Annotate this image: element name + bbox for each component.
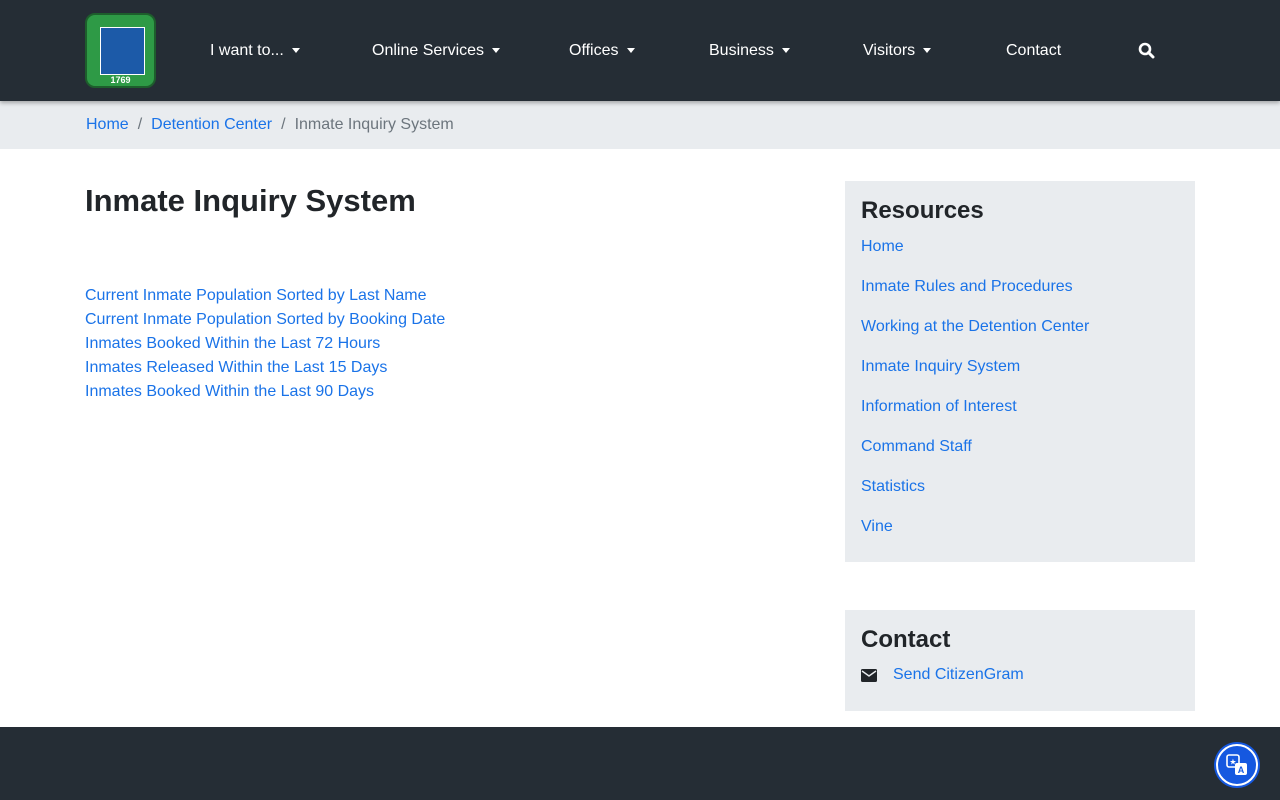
link-booked-72-hours[interactable]: Inmates Booked Within the Last 72 Hours [85,332,445,356]
breadcrumb-current: Inmate Inquiry System [294,116,454,133]
nav-i-want-to[interactable]: I want to... [210,0,300,101]
caret-down-icon [626,48,635,53]
caret-down-icon [492,48,501,53]
nav-label: Visitors [863,41,916,59]
county-seal-logo[interactable]: 1769 [85,13,156,88]
search-button[interactable] [1138,0,1155,101]
nav-label: Online Services [372,41,485,59]
link-released-15-days[interactable]: Inmates Released Within the Last 15 Days [85,356,445,380]
nav-label: Contact [1006,41,1062,59]
link-booked-90-days[interactable]: Inmates Booked Within the Last 90 Days [85,380,445,404]
send-citizengram-link[interactable]: Send CitizenGram [893,666,1024,684]
nav-visitors[interactable]: Visitors [863,0,932,101]
resource-vine[interactable]: Vine [861,507,1179,547]
resource-inmate-rules[interactable]: Inmate Rules and Procedures [861,267,1179,307]
search-icon [1138,42,1155,59]
translate-button[interactable]: ★ A [1216,744,1258,786]
resource-home[interactable]: Home [861,227,1179,267]
breadcrumb: Home / Detention Center / Inmate Inquiry Sys… [0,101,1280,149]
footer [0,727,1280,800]
envelope-icon [861,668,877,682]
nav-label: Offices [569,41,619,59]
resource-working[interactable]: Working at the Detention Center [861,307,1179,347]
resource-command-staff[interactable]: Command Staff [861,427,1179,467]
nav-label: I want to... [210,41,284,59]
resources-panel: Resources Home Inmate Rules and Procedur… [845,181,1195,562]
inquiry-links: Current Inmate Population Sorted by Last… [85,284,445,404]
breadcrumb-detention-center[interactable]: Detention Center [151,116,272,133]
nav-contact[interactable]: Contact [1006,0,1061,101]
resource-information[interactable]: Information of Interest [861,387,1179,427]
seal-emblem [100,27,145,75]
breadcrumb-home[interactable]: Home [86,116,129,133]
nav-online-services[interactable]: Online Services [372,0,501,101]
link-sorted-by-last-name[interactable]: Current Inmate Population Sorted by Last… [85,284,445,308]
svg-text:A: A [1238,765,1245,775]
resource-inmate-inquiry[interactable]: Inmate Inquiry System [861,347,1179,387]
nav-offices[interactable]: Offices [569,0,635,101]
nav-label: Business [709,41,774,59]
caret-down-icon [923,48,932,53]
contact-title: Contact [861,626,951,653]
breadcrumb-separator: / [137,116,143,133]
breadcrumb-separator: / [281,116,286,133]
nav-business[interactable]: Business [709,0,790,101]
resource-statistics[interactable]: Statistics [861,467,1179,507]
translate-icon: ★A [1226,754,1247,775]
page-title: Inmate Inquiry System [85,183,416,218]
logo-year: 1769 [110,75,131,85]
caret-down-icon [781,48,790,53]
resources-title: Resources [861,197,984,224]
top-navbar: 1769 I want to... Online Services Office… [0,0,1280,101]
link-sorted-by-booking-date[interactable]: Current Inmate Population Sorted by Book… [85,308,445,332]
contact-panel: Contact Send CitizenGram [845,610,1195,711]
caret-down-icon [291,48,300,53]
